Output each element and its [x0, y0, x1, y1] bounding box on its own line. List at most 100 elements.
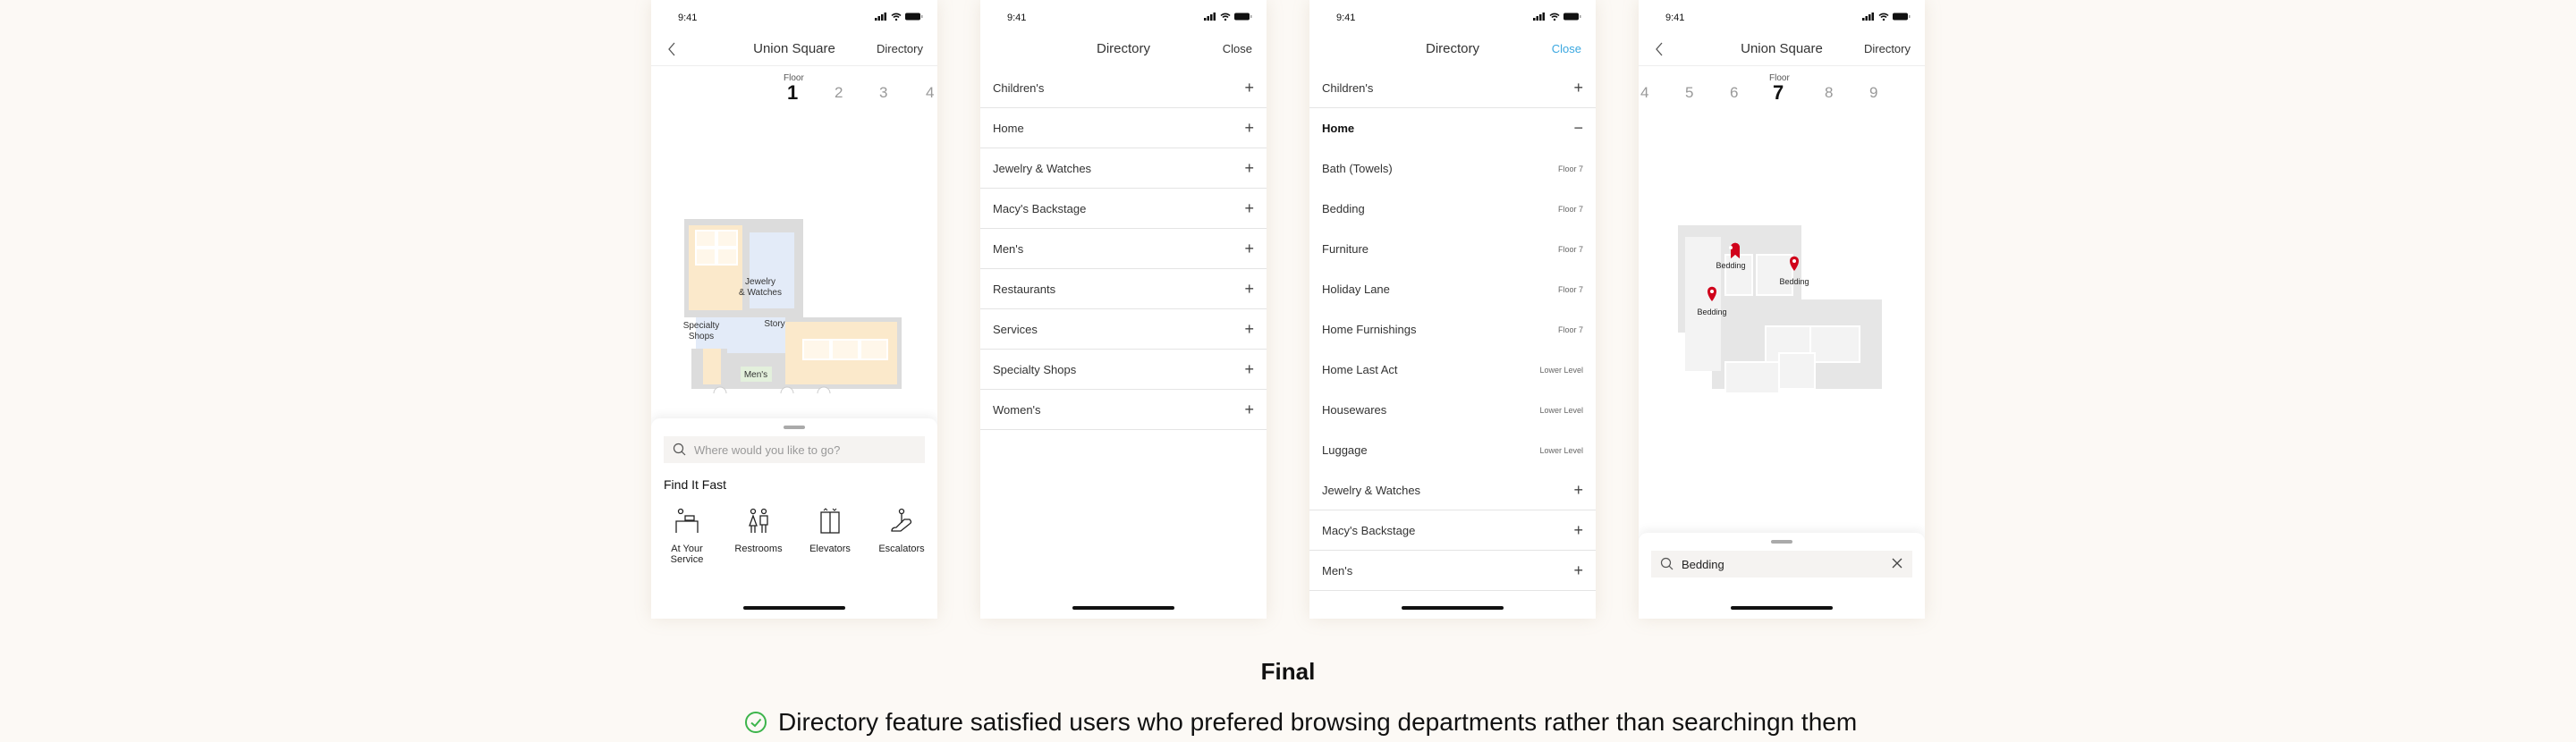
finding-text: Directory feature satisfied users who pr… — [778, 708, 1858, 736]
floor-selector: Floor 1 2 3 4 — [651, 73, 937, 109]
floor-2-tab[interactable]: 2 — [835, 84, 843, 102]
search-placeholder: Where would you like to go? — [694, 443, 841, 457]
quick-link-restrooms[interactable]: Restrooms — [723, 508, 794, 565]
pin-label: Bedding — [1779, 277, 1809, 286]
battery-icon — [1234, 13, 1252, 21]
plus-icon: + — [1244, 78, 1254, 97]
quick-link-at-your-service[interactable]: At Your Service — [651, 508, 723, 565]
floor-5-tab[interactable]: 5 — [1685, 84, 1693, 102]
directory-item[interactable]: Women's + — [980, 390, 1267, 430]
item-label: Services — [993, 322, 1038, 336]
search-input[interactable]: Bedding — [1651, 551, 1912, 578]
sub-item[interactable]: Furniture Floor 7 — [1309, 229, 1596, 269]
restroom-icon — [749, 508, 768, 533]
screen-map-floor-7: 9:41 Union Square Directory Floor 4 5 6 … — [1639, 0, 1925, 619]
home-indicator — [1072, 606, 1174, 610]
floor-8-tab[interactable]: 8 — [1825, 84, 1833, 102]
sub-item[interactable]: Luggage Lower Level — [1309, 430, 1596, 470]
sub-item[interactable]: Housewares Lower Level — [1309, 390, 1596, 430]
search-input[interactable]: Where would you like to go? — [664, 436, 925, 463]
directory-item[interactable]: Children's + — [980, 68, 1267, 108]
item-label: Men's — [1322, 563, 1353, 578]
floor-badge: Lower Level — [1539, 445, 1583, 455]
quick-link-escalators[interactable]: Escalators — [866, 508, 937, 565]
floor-badge: Floor 7 — [1557, 244, 1583, 254]
status-bar: 9:41 — [651, 13, 937, 25]
pin-label: Bedding — [1716, 261, 1745, 270]
battery-icon — [1893, 13, 1911, 21]
item-label: Jewelry & Watches — [993, 161, 1092, 175]
map-label-specialty: Specialty — [683, 321, 720, 331]
plus-icon: + — [1244, 319, 1254, 338]
directory-item[interactable]: Children's + — [1309, 68, 1596, 108]
home-indicator — [1731, 606, 1833, 610]
find-it-fast-heading: Find It Fast — [664, 477, 727, 492]
search-icon — [1660, 557, 1674, 570]
sub-item-label: Furniture — [1322, 242, 1369, 256]
signal-icon — [1204, 13, 1216, 21]
directory-item[interactable]: Jewelry & Watches + — [980, 148, 1267, 189]
floor-9-tab[interactable]: 9 — [1869, 84, 1877, 102]
sub-item[interactable]: Bath (Towels) Floor 7 — [1309, 148, 1596, 189]
signal-icon — [1533, 13, 1545, 21]
plus-icon: + — [1573, 561, 1583, 579]
clear-search-button[interactable] — [1891, 557, 1903, 572]
map-label-shops: Shops — [689, 332, 714, 341]
search-value: Bedding — [1682, 557, 1724, 571]
sub-item[interactable]: Holiday Lane Floor 7 — [1309, 269, 1596, 309]
item-label: Specialty Shops — [993, 362, 1077, 376]
item-label: Macy's Backstage — [993, 201, 1087, 215]
item-label: Children's — [993, 80, 1045, 95]
sub-item[interactable]: Bedding Floor 7 — [1309, 189, 1596, 229]
directory-item[interactable]: Services + — [980, 309, 1267, 350]
status-bar: 9:41 — [980, 13, 1267, 25]
floor-selector: Floor 4 5 6 7 8 9 — [1639, 73, 1925, 109]
wifi-icon — [1549, 13, 1560, 21]
directory-button[interactable]: Directory — [1864, 42, 1911, 55]
bottom-sheet: Where would you like to go? Find It Fast… — [651, 418, 937, 619]
map-label-mens: Men's — [744, 370, 767, 380]
close-button[interactable]: Close — [1223, 42, 1252, 55]
directory-item[interactable]: Macy's Backstage + — [1309, 510, 1596, 551]
item-label: Men's — [993, 241, 1024, 256]
plus-icon: + — [1244, 239, 1254, 257]
directory-item[interactable]: Men's + — [980, 229, 1267, 269]
floor-3-tab[interactable]: 3 — [879, 84, 887, 102]
status-time: 9:41 — [1665, 13, 1685, 23]
map-label-jewelry: Jewelry — [745, 277, 775, 287]
quick-link-elevators[interactable]: Elevators — [794, 508, 866, 565]
screen-directory-expanded: 9:41 Directory Close Children's + Home − B… — [1309, 0, 1596, 619]
directory-item[interactable]: Macy's Backstage + — [980, 189, 1267, 229]
map-store — [1756, 254, 1793, 296]
item-label: Home — [1322, 122, 1355, 135]
store-map[interactable]: Bedding Bedding Bedding — [1676, 219, 1891, 398]
directory-item[interactable]: Men's + — [1309, 551, 1596, 591]
sub-item-label: Home Last Act — [1322, 363, 1398, 376]
sub-item-label: Bath (Towels) — [1322, 162, 1393, 175]
directory-button[interactable]: Directory — [877, 42, 923, 55]
status-bar: 9:41 — [1639, 13, 1925, 25]
directory-item[interactable]: Restaurants + — [980, 269, 1267, 309]
close-button[interactable]: Close — [1552, 42, 1581, 55]
store-map[interactable]: Jewelry & Watches Specialty Shops Story … — [678, 215, 911, 393]
floor-4-tab[interactable]: 4 — [926, 84, 934, 102]
floor-4-tab[interactable]: 4 — [1640, 84, 1648, 102]
quick-link-label: Elevators — [809, 544, 851, 554]
sub-item[interactable]: Home Furnishings Floor 7 — [1309, 309, 1596, 350]
sub-item[interactable]: Home Last Act Lower Level — [1309, 350, 1596, 390]
directory-item[interactable]: Specialty Shops + — [980, 350, 1267, 390]
wifi-icon — [1878, 13, 1889, 21]
floor-1-tab[interactable]: 1 — [787, 81, 798, 105]
map-store — [1724, 361, 1780, 394]
floor-7-tab[interactable]: 7 — [1773, 81, 1784, 105]
directory-item[interactable]: Home + — [980, 108, 1267, 148]
item-label: Children's — [1322, 80, 1374, 95]
map-label-story: Story — [764, 319, 784, 329]
status-icons — [1204, 13, 1252, 21]
floor-6-tab[interactable]: 6 — [1730, 84, 1738, 102]
status-bar: 9:41 — [1309, 13, 1596, 25]
drag-handle[interactable] — [784, 426, 805, 429]
drag-handle[interactable] — [1771, 540, 1792, 544]
directory-item[interactable]: Jewelry & Watches + — [1309, 470, 1596, 510]
directory-item-expanded[interactable]: Home − — [1309, 108, 1596, 148]
